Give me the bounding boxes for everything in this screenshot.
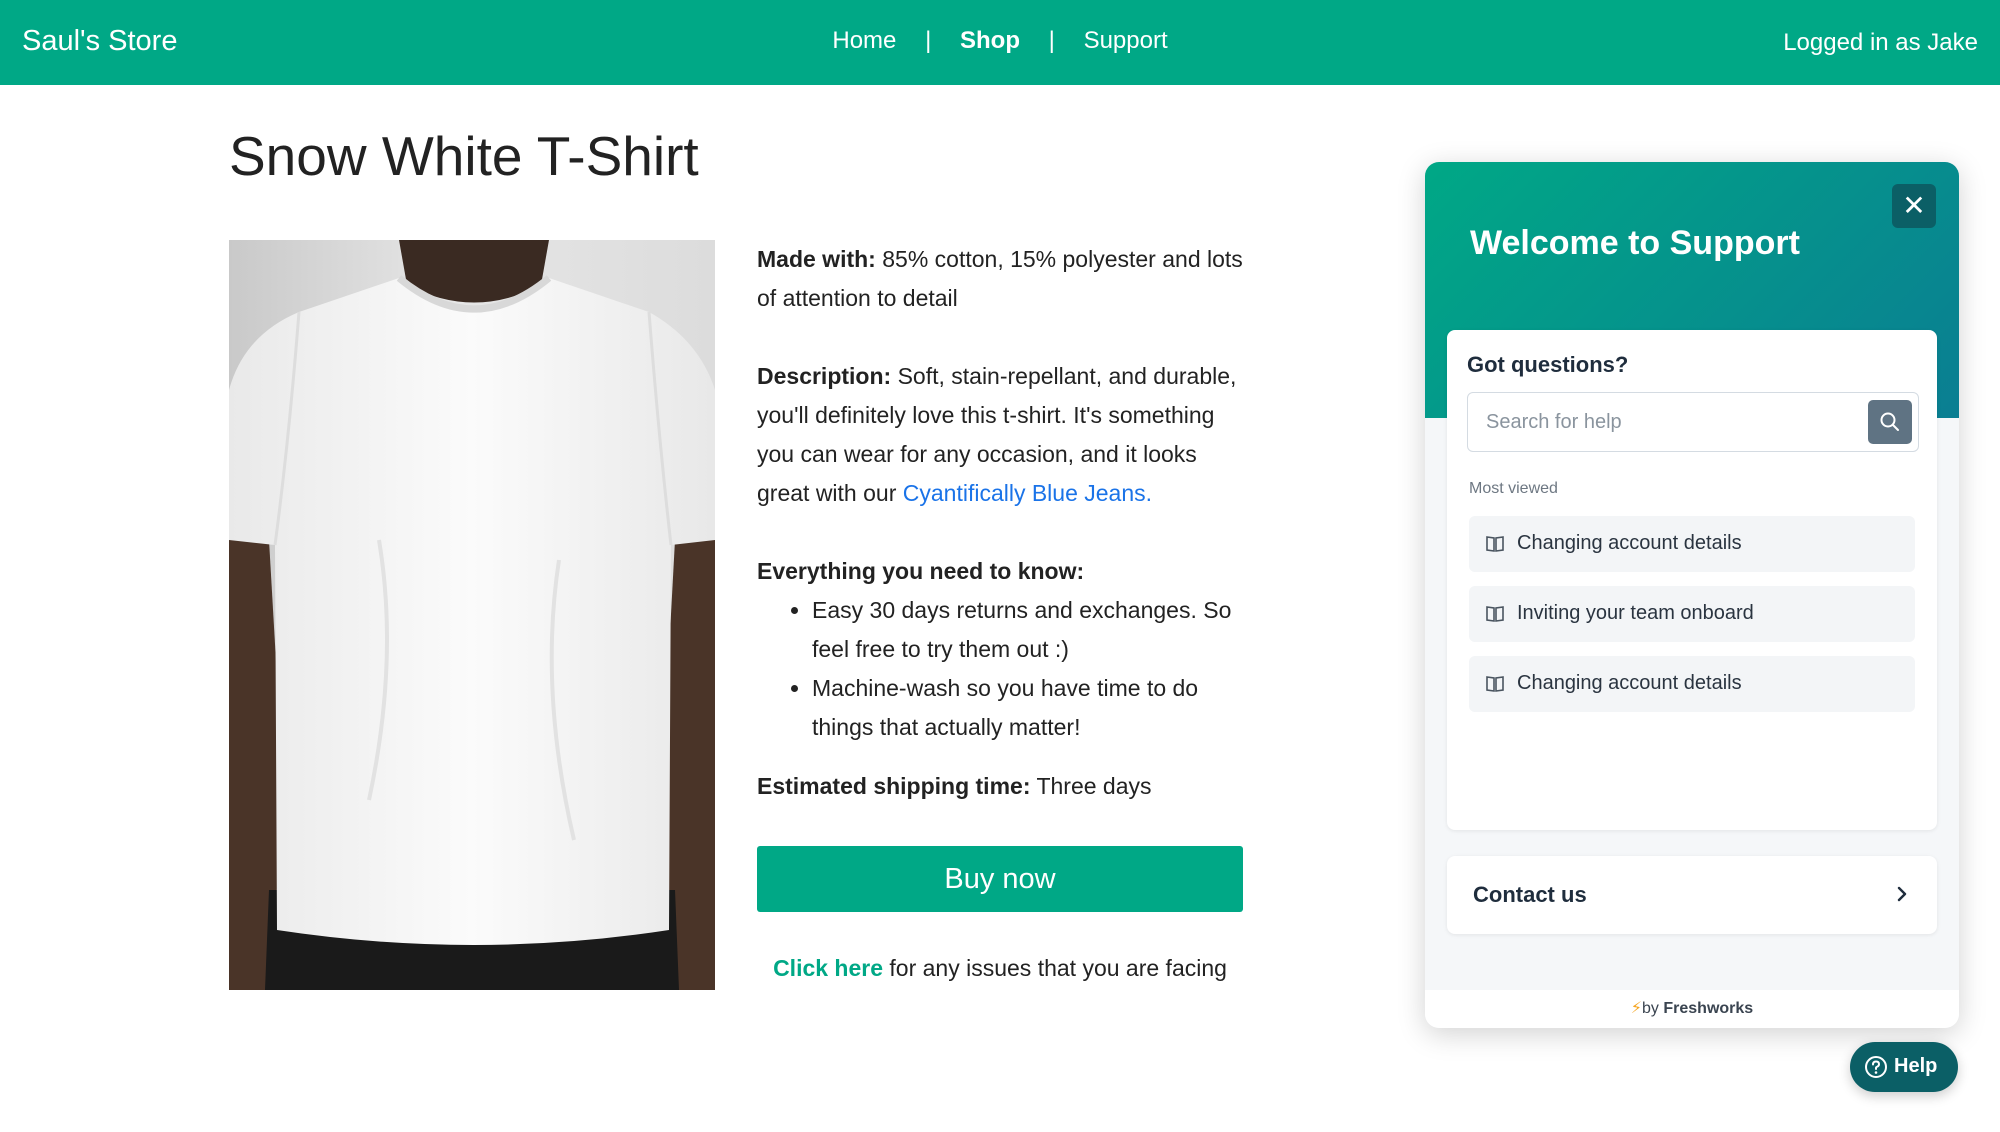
book-icon (1486, 536, 1504, 552)
article-title: Changing account details (1517, 532, 1742, 554)
chevron-right-icon (1897, 886, 1907, 902)
support-widget: Welcome to Support ✕ Got questions? Most… (1425, 162, 1959, 1028)
article-item[interactable]: Inviting your team onboard (1469, 586, 1915, 642)
widget-footer: ⚡by Freshworks (1425, 990, 1959, 1028)
click-here-link[interactable]: Click here (773, 955, 883, 981)
book-icon (1486, 606, 1504, 622)
bolt-icon: ⚡ (1630, 1000, 1643, 1017)
nav-separator: | (1048, 27, 1055, 54)
freshworks-link[interactable]: Freshworks (1663, 1000, 1753, 1017)
contact-us-button[interactable]: Contact us (1447, 856, 1937, 934)
search-icon (1880, 412, 1899, 431)
nav-home[interactable]: Home (832, 27, 896, 55)
made-with-label: Made with: (757, 246, 876, 272)
issues-line: Click here for any issues that you are f… (757, 955, 1243, 982)
footer-prefix: by (1642, 1000, 1664, 1017)
nav-shop[interactable]: Shop (960, 27, 1020, 55)
know-label: Everything you need to know: (757, 558, 1085, 584)
shipping-text: Three days (1030, 773, 1152, 799)
product-details: Made with: 85% cotton, 15% polyester and… (757, 240, 1247, 806)
info-list: Easy 30 days returns and exchanges. So f… (812, 591, 1247, 747)
help-search-box (1467, 392, 1919, 452)
list-item: Easy 30 days returns and exchanges. So f… (812, 591, 1247, 669)
search-button[interactable] (1868, 400, 1912, 444)
contact-us-label: Contact us (1473, 882, 1587, 907)
user-status: Logged in as Jake (1783, 29, 1978, 56)
know-heading: Everything you need to know: (757, 552, 1247, 591)
nav-support[interactable]: Support (1084, 27, 1168, 55)
related-product-link[interactable]: Cyantifically Blue Jeans. (903, 480, 1152, 506)
description-label: Description: (757, 363, 892, 389)
description-paragraph: Description: Soft, stain-repellant, and … (757, 357, 1247, 513)
article-title: Changing account details (1517, 672, 1742, 694)
product-image (229, 240, 715, 990)
product-title: Snow White T-Shirt (229, 125, 699, 187)
shipping-paragraph: Estimated shipping time: Three days (757, 767, 1247, 806)
help-card: Got questions? Most viewed Changing acco… (1447, 330, 1937, 830)
shipping-label: Estimated shipping time: (757, 773, 1031, 799)
issues-text: for any issues that you are facing (883, 955, 1227, 981)
buy-now-button[interactable]: Buy now (757, 846, 1243, 912)
main-nav: Home | Shop | Support (0, 27, 2000, 55)
most-viewed-label: Most viewed (1469, 480, 1558, 497)
help-search-input[interactable] (1486, 407, 1846, 437)
close-icon[interactable]: ✕ (1892, 184, 1936, 228)
widget-title: Welcome to Support (1470, 224, 1800, 262)
list-item: Machine-wash so you have time to do thin… (812, 669, 1247, 747)
book-icon (1486, 676, 1504, 692)
question-circle-icon (1865, 1056, 1887, 1078)
article-item[interactable]: Changing account details (1469, 656, 1915, 712)
article-title: Inviting your team onboard (1517, 602, 1754, 624)
made-with-paragraph: Made with: 85% cotton, 15% polyester and… (757, 240, 1247, 318)
article-item[interactable]: Changing account details (1469, 516, 1915, 572)
questions-heading: Got questions? (1467, 352, 1629, 377)
help-button[interactable]: Help (1850, 1042, 1958, 1092)
help-label: Help (1894, 1055, 1938, 1077)
top-navbar: Saul's Store Home | Shop | Support Logge… (0, 0, 2000, 85)
nav-separator: | (925, 27, 932, 54)
